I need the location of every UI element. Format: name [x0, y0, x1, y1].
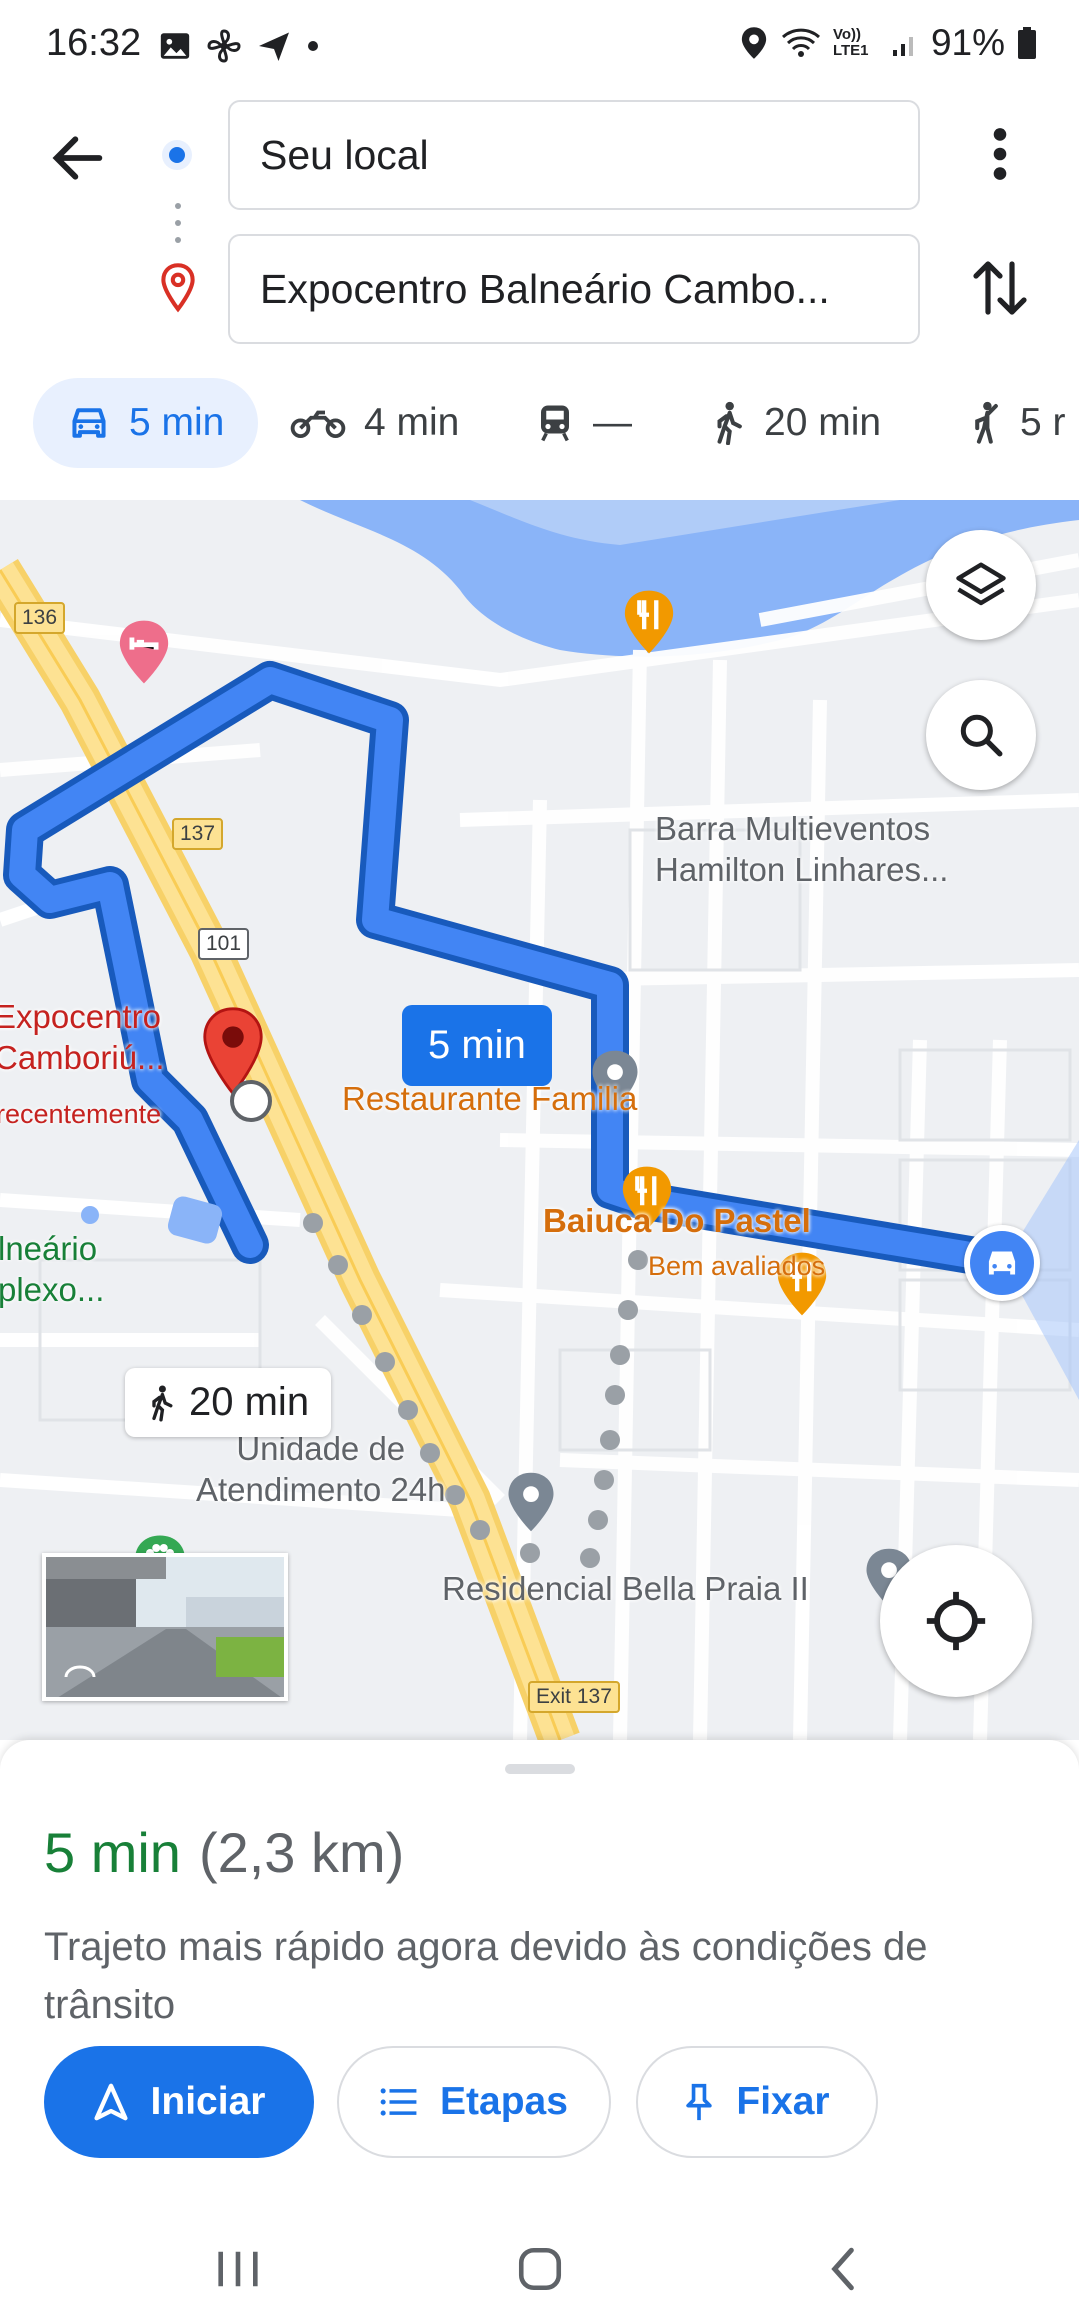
car-location-icon	[988, 1251, 1016, 1275]
directions-header: Seu local Expocentro Balneário Cambo... …	[0, 90, 1079, 500]
route-shield-101: 101	[198, 928, 250, 960]
exit-shield: Exit 137	[528, 1681, 620, 1713]
route-distance: (2,3 km)	[198, 1821, 405, 1884]
signal-icon	[892, 37, 913, 56]
street-view-image	[46, 1557, 284, 1697]
start-label: Iniciar	[150, 2080, 266, 2123]
pin-icon	[686, 2083, 713, 2121]
network-label: Vo)) LTE1	[832, 26, 869, 59]
label-baiuca-do-pastel: Baiuca Do Pastel	[543, 1202, 811, 1239]
home-button[interactable]	[505, 2234, 575, 2304]
label-barra-multieventos: Barra Multieventos Hamilton Linhares...	[655, 810, 949, 889]
car-icon	[72, 408, 106, 438]
route-time-bubble[interactable]: 5 min	[402, 1005, 552, 1086]
hotel-pin-icon[interactable]	[115, 618, 173, 686]
recent-apps-icon	[218, 2251, 258, 2287]
route-duration: 5 min	[44, 1821, 181, 1884]
more-options-icon[interactable]	[980, 126, 1020, 182]
sheet-drag-handle[interactable]	[505, 1764, 575, 1774]
home-icon	[518, 2247, 562, 2291]
mode-cycle-label: 5 r	[1020, 401, 1066, 444]
battery-percent: 91%	[930, 22, 1005, 63]
restaurant-pin-icon-1[interactable]	[620, 588, 678, 656]
place-pin-icon-unidade[interactable]	[504, 1470, 558, 1534]
train-icon	[541, 405, 569, 442]
steps-label: Etapas	[440, 2080, 568, 2123]
fan-icon	[207, 29, 241, 63]
search-icon	[960, 714, 1003, 757]
search-along-route-button[interactable]	[926, 680, 1036, 790]
route-end-circle	[230, 1080, 272, 1122]
mode-motorcycle[interactable]: 4 min	[290, 378, 459, 468]
label-expocentro: Expocentro Camboriú...	[0, 998, 165, 1077]
origin-input[interactable]: Seu local	[228, 100, 920, 210]
walk-time-bubble[interactable]: 20 min	[125, 1368, 332, 1437]
hail-icon	[975, 401, 998, 444]
walk-icon	[717, 401, 742, 445]
map-view[interactable]: 136 137 101 Exit 137 Barra Multieventos …	[0, 500, 1079, 1740]
walk-time-label: 20 min	[189, 1380, 310, 1424]
location-icon	[741, 27, 767, 59]
status-right: Vo)) LTE1 91%	[739, 22, 1037, 64]
mode-walk[interactable]: 20 min	[710, 378, 881, 468]
route-shield-137: 137	[172, 818, 224, 850]
street-view-thumbnail[interactable]	[42, 1553, 288, 1701]
current-location-marker	[964, 1225, 1040, 1301]
status-notification-icons	[158, 28, 320, 64]
label-balneario-complexo: lneário plexo...	[0, 1230, 105, 1309]
walk-small-icon	[152, 1385, 173, 1421]
back-button[interactable]	[808, 2234, 878, 2304]
pin-button[interactable]: Fixar	[636, 2046, 878, 2158]
back-arrow-icon[interactable]	[46, 126, 110, 190]
mode-transit[interactable]: —	[535, 378, 632, 468]
route-summary-sheet: 5 min (2,3 km) Trajeto mais rápido agora …	[0, 1740, 1079, 2220]
destination-pin-icon	[161, 263, 195, 313]
mode-car[interactable]: 5 min	[33, 378, 259, 468]
recenter-button[interactable]	[880, 1545, 1032, 1697]
mode-cycle[interactable]: 5 r	[966, 378, 1066, 468]
label-bem-avaliados: Bem avaliados	[648, 1251, 826, 1281]
route-reason: Trajeto mais rápido agora devido às cond…	[44, 1925, 928, 2027]
wifi-icon	[781, 28, 820, 57]
back-chevron-icon	[831, 2247, 854, 2291]
navigation-arrow-icon	[93, 2083, 128, 2121]
travel-modes: 5 min 4 min — 20 min 5 r	[0, 378, 1079, 478]
label-residencial-bella-praia: Residencial Bella Praia II	[442, 1570, 809, 1607]
swap-icon[interactable]	[972, 256, 1028, 320]
origin-dot-icon	[162, 140, 192, 170]
mode-motorcycle-label: 4 min	[364, 401, 460, 444]
send-icon	[259, 32, 289, 61]
recent-apps-button[interactable]	[203, 2234, 273, 2304]
route-shield-136: 136	[14, 602, 66, 634]
list-icon	[380, 2088, 417, 2116]
system-nav-bar	[0, 2220, 1079, 2316]
route-summary: 5 min (2,3 km)	[44, 1820, 404, 1885]
dot-icon	[308, 41, 318, 51]
start-button[interactable]: Iniciar	[44, 2046, 314, 2158]
mode-car-label: 5 min	[129, 401, 225, 444]
mode-walk-label: 20 min	[764, 401, 882, 444]
gallery-icon	[160, 33, 190, 59]
mode-transit-label: —	[593, 401, 632, 444]
route-connector-icon	[175, 203, 181, 243]
label-recentemente: recentemente	[0, 1099, 162, 1129]
motorcycle-icon	[290, 410, 346, 439]
steps-button[interactable]: Etapas	[337, 2046, 611, 2158]
status-time: 16:32	[46, 22, 142, 64]
battery-icon	[1018, 27, 1036, 59]
status-bar: 16:32 Vo)) LTE1 91%	[0, 0, 1079, 90]
label-unidade-atendimento: Unidade de Atendimento 24h	[196, 1430, 446, 1509]
pin-label: Fixar	[736, 2080, 830, 2123]
layers-icon	[956, 562, 1006, 606]
destination-input[interactable]: Expocentro Balneário Cambo...	[228, 234, 920, 344]
layers-button[interactable]	[926, 530, 1036, 640]
my-location-icon	[926, 1591, 986, 1651]
